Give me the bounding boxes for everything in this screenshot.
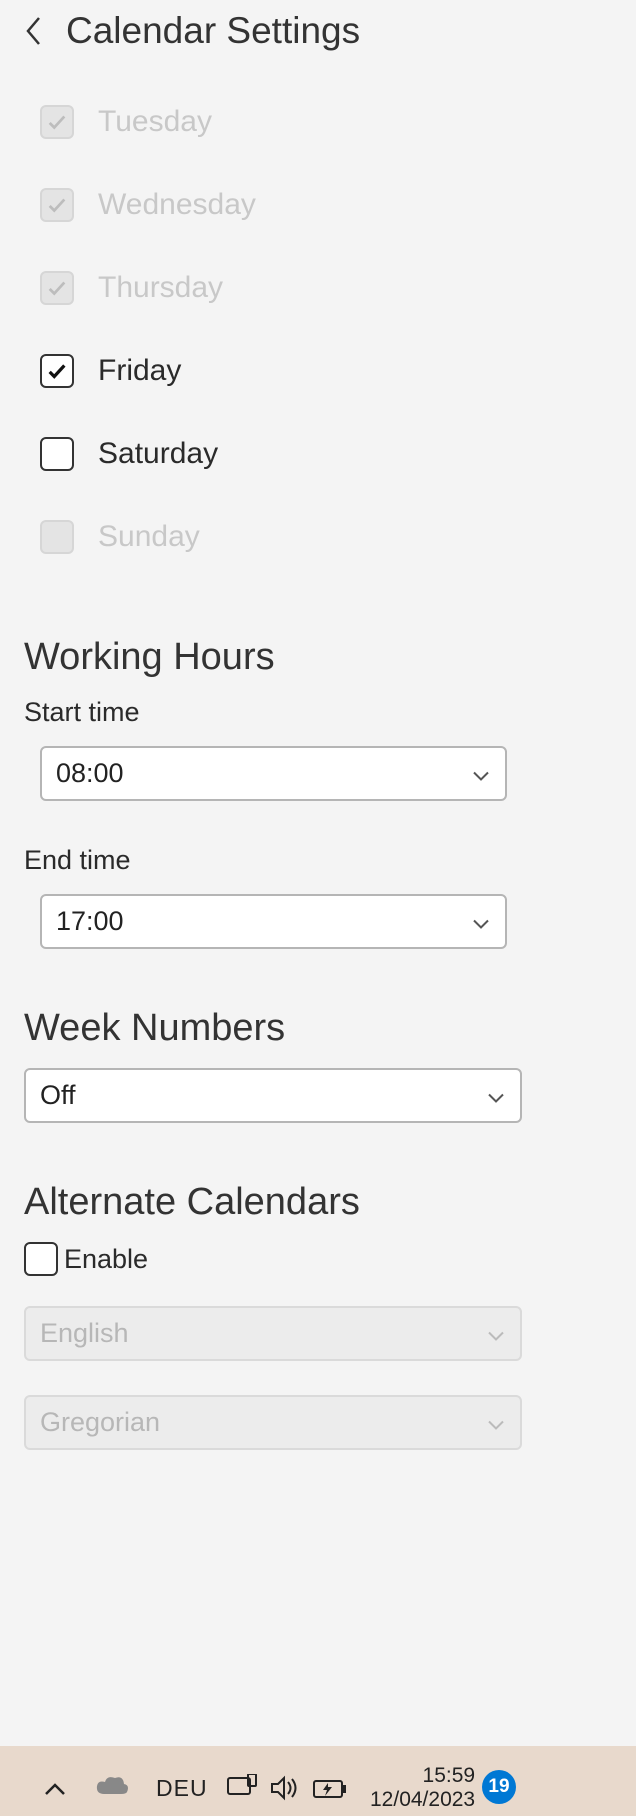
checkbox-saturday[interactable] [40,437,74,471]
checkmark-icon [46,360,68,382]
tray-language-text: DEU [156,1775,208,1801]
alternate-calendar-language-value: English [40,1318,129,1349]
start-time-select[interactable]: 08:00 [40,746,507,801]
day-row-sunday: Sunday [24,495,612,578]
tray-time-text: 15:59 [370,1764,475,1788]
tray-language-button[interactable]: DEU [156,1775,208,1802]
taskbar: DEU 15:59 12/04/2023 19 [0,1758,636,1816]
tray-input-button[interactable] [226,1774,258,1802]
week-numbers-heading: Week Numbers [24,1007,612,1050]
alternate-calendar-language-select: English [24,1306,522,1361]
day-row-friday: Friday [24,329,612,412]
day-row-tuesday: Tuesday [24,80,612,163]
end-time-value: 17:00 [56,906,124,937]
checkbox-sunday [40,520,74,554]
day-row-thursday: Thursday [24,246,612,329]
tray-overflow-button[interactable] [42,1780,68,1798]
week-numbers-value: Off [40,1080,76,1111]
day-label: Thursday [98,271,223,305]
start-time-value: 08:00 [56,758,124,789]
checkmark-icon [46,111,68,133]
cloud-icon [94,1774,130,1800]
alternate-calendar-system-select: Gregorian [24,1395,522,1450]
checkbox-tuesday [40,105,74,139]
day-row-saturday: Saturday [24,412,612,495]
end-time-select[interactable]: 17:00 [40,894,507,949]
tray-date-text: 12/04/2023 [370,1788,475,1812]
chevron-up-icon [42,1780,68,1798]
chevron-down-icon [486,1407,506,1438]
back-button[interactable] [24,15,44,47]
day-label: Tuesday [98,105,212,139]
chevron-down-icon [486,1080,506,1111]
checkmark-icon [46,277,68,299]
alternate-calendars-heading: Alternate Calendars [24,1181,612,1224]
chevron-down-icon [471,758,491,789]
alternate-calendar-system-value: Gregorian [40,1407,160,1438]
notification-count: 19 [488,1776,509,1798]
day-label: Sunday [98,520,200,554]
alternate-calendars-enable-row: Enable [24,1242,612,1276]
page-title: Calendar Settings [66,10,360,52]
checkbox-wednesday [40,188,74,222]
tray-weather-button[interactable] [94,1774,130,1800]
battery-icon [312,1778,348,1800]
alternate-calendars-enable-label: Enable [64,1244,148,1275]
alternate-calendars-enable-checkbox[interactable] [24,1242,58,1276]
tray-volume-button[interactable] [270,1774,300,1802]
day-label: Friday [98,354,181,388]
day-label: Saturday [98,437,218,471]
notification-badge: 19 [482,1770,516,1804]
start-time-label: Start time [24,697,612,728]
chevron-down-icon [486,1318,506,1349]
checkbox-friday[interactable] [40,354,74,388]
chevron-left-icon [24,15,44,47]
day-label: Wednesday [98,188,256,222]
end-time-label: End time [24,845,612,876]
working-hours-heading: Working Hours [24,636,612,679]
checkbox-thursday [40,271,74,305]
speaker-icon [270,1774,300,1802]
checkmark-icon [46,194,68,216]
tray-clock-button[interactable]: 15:59 12/04/2023 [370,1764,475,1812]
working-days-list: Tuesday Wednesday Thursday [24,80,612,578]
week-numbers-select[interactable]: Off [24,1068,522,1123]
monitor-icon [226,1774,258,1802]
tray-battery-button[interactable] [312,1778,348,1800]
chevron-down-icon [471,906,491,937]
tray-notifications-button[interactable]: 19 [482,1770,516,1804]
day-row-wednesday: Wednesday [24,163,612,246]
